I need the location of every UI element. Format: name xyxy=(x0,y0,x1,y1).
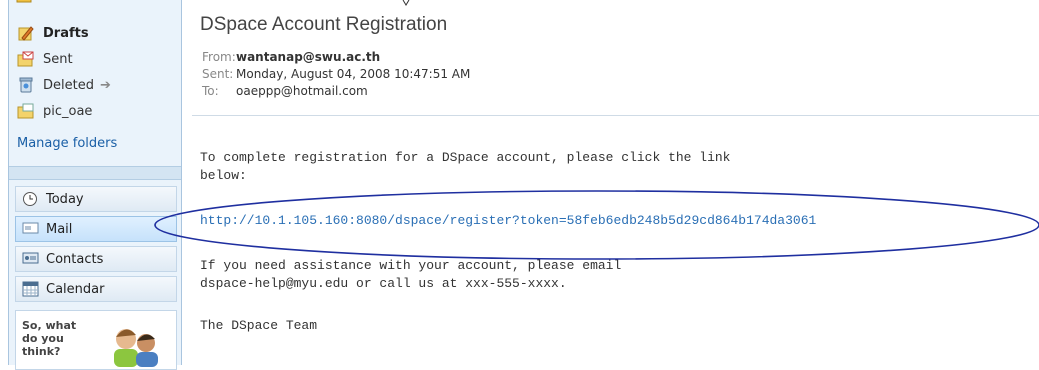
sender-address[interactable]: wantanap@swu.ac.th xyxy=(236,50,380,64)
to-label: To: xyxy=(202,84,219,98)
folder-drafts[interactable]: Drafts xyxy=(17,22,177,44)
clock-icon xyxy=(22,191,40,207)
folder-icon xyxy=(17,102,35,120)
sidebar-separator xyxy=(9,166,181,180)
assist-line-2: dspace-help@myu.edu or call us at xxx-55… xyxy=(200,276,567,291)
assist-line-1: If you need assistance with your account… xyxy=(200,258,622,273)
nav-label: Mail xyxy=(46,221,73,237)
folder-label: pic_oae xyxy=(43,103,93,119)
folder-sent[interactable]: Sent xyxy=(17,48,177,70)
calendar-icon xyxy=(22,281,40,297)
nav-label: Calendar xyxy=(46,281,105,297)
empty-folder-arrow-icon[interactable]: ➔ xyxy=(100,78,111,93)
tab-marker-icon xyxy=(402,0,410,6)
sent-label: Sent: xyxy=(202,67,234,81)
feedback-box[interactable]: So, what do you think? xyxy=(15,310,177,370)
deleted-folder-icon xyxy=(17,76,35,94)
drafts-icon xyxy=(17,24,35,42)
feedback-question: So, what do you think? xyxy=(22,319,77,358)
registration-link[interactable]: http://10.1.105.160:8080/dspace/register… xyxy=(200,213,816,228)
nav-contacts[interactable]: Contacts xyxy=(15,246,177,272)
nav-label: Today xyxy=(46,191,84,207)
folder-label: Drafts xyxy=(43,25,89,41)
folder-label: Sent xyxy=(43,51,73,67)
to-row: To: oaeppp@hotmail.com xyxy=(202,84,368,98)
from-label: From: xyxy=(202,50,236,64)
folder-deleted[interactable]: Deleted ➔ xyxy=(17,74,177,96)
mail-icon xyxy=(22,221,40,237)
message-subject: DSpace Account Registration xyxy=(200,14,448,35)
body-line-2: below: xyxy=(200,168,247,183)
nav-today[interactable]: Today xyxy=(15,186,177,212)
nav-label: Contacts xyxy=(46,251,104,267)
nav-mail[interactable]: Mail xyxy=(15,216,177,242)
contacts-icon xyxy=(22,251,40,267)
manage-folders-link[interactable]: Manage folders xyxy=(17,136,117,151)
sent-row: Sent: Monday, August 04, 2008 10:47:51 A… xyxy=(202,67,470,81)
nav-calendar[interactable]: Calendar xyxy=(15,276,177,302)
recipient-address[interactable]: oaeppp@hotmail.com xyxy=(236,84,368,98)
people-icon xyxy=(114,329,158,367)
body-line-1: To complete registration for a DSpace ac… xyxy=(200,150,731,165)
folder-list-top-edge xyxy=(16,0,32,3)
folder-label: Deleted xyxy=(43,77,94,93)
sidebar: Drafts Sent Deleted ➔ pic_oae Manage fol… xyxy=(8,0,182,370)
from-row: From: wantanap@swu.ac.th xyxy=(202,50,380,64)
sent-folder-icon xyxy=(17,50,35,68)
folder-pic-oae[interactable]: pic_oae xyxy=(17,100,177,122)
sent-date: Monday, August 04, 2008 10:47:51 AM xyxy=(236,67,471,81)
header-divider xyxy=(192,115,1039,116)
signature: The DSpace Team xyxy=(200,318,318,333)
message-pane: DSpace Account Registration From: wantan… xyxy=(154,0,1039,365)
